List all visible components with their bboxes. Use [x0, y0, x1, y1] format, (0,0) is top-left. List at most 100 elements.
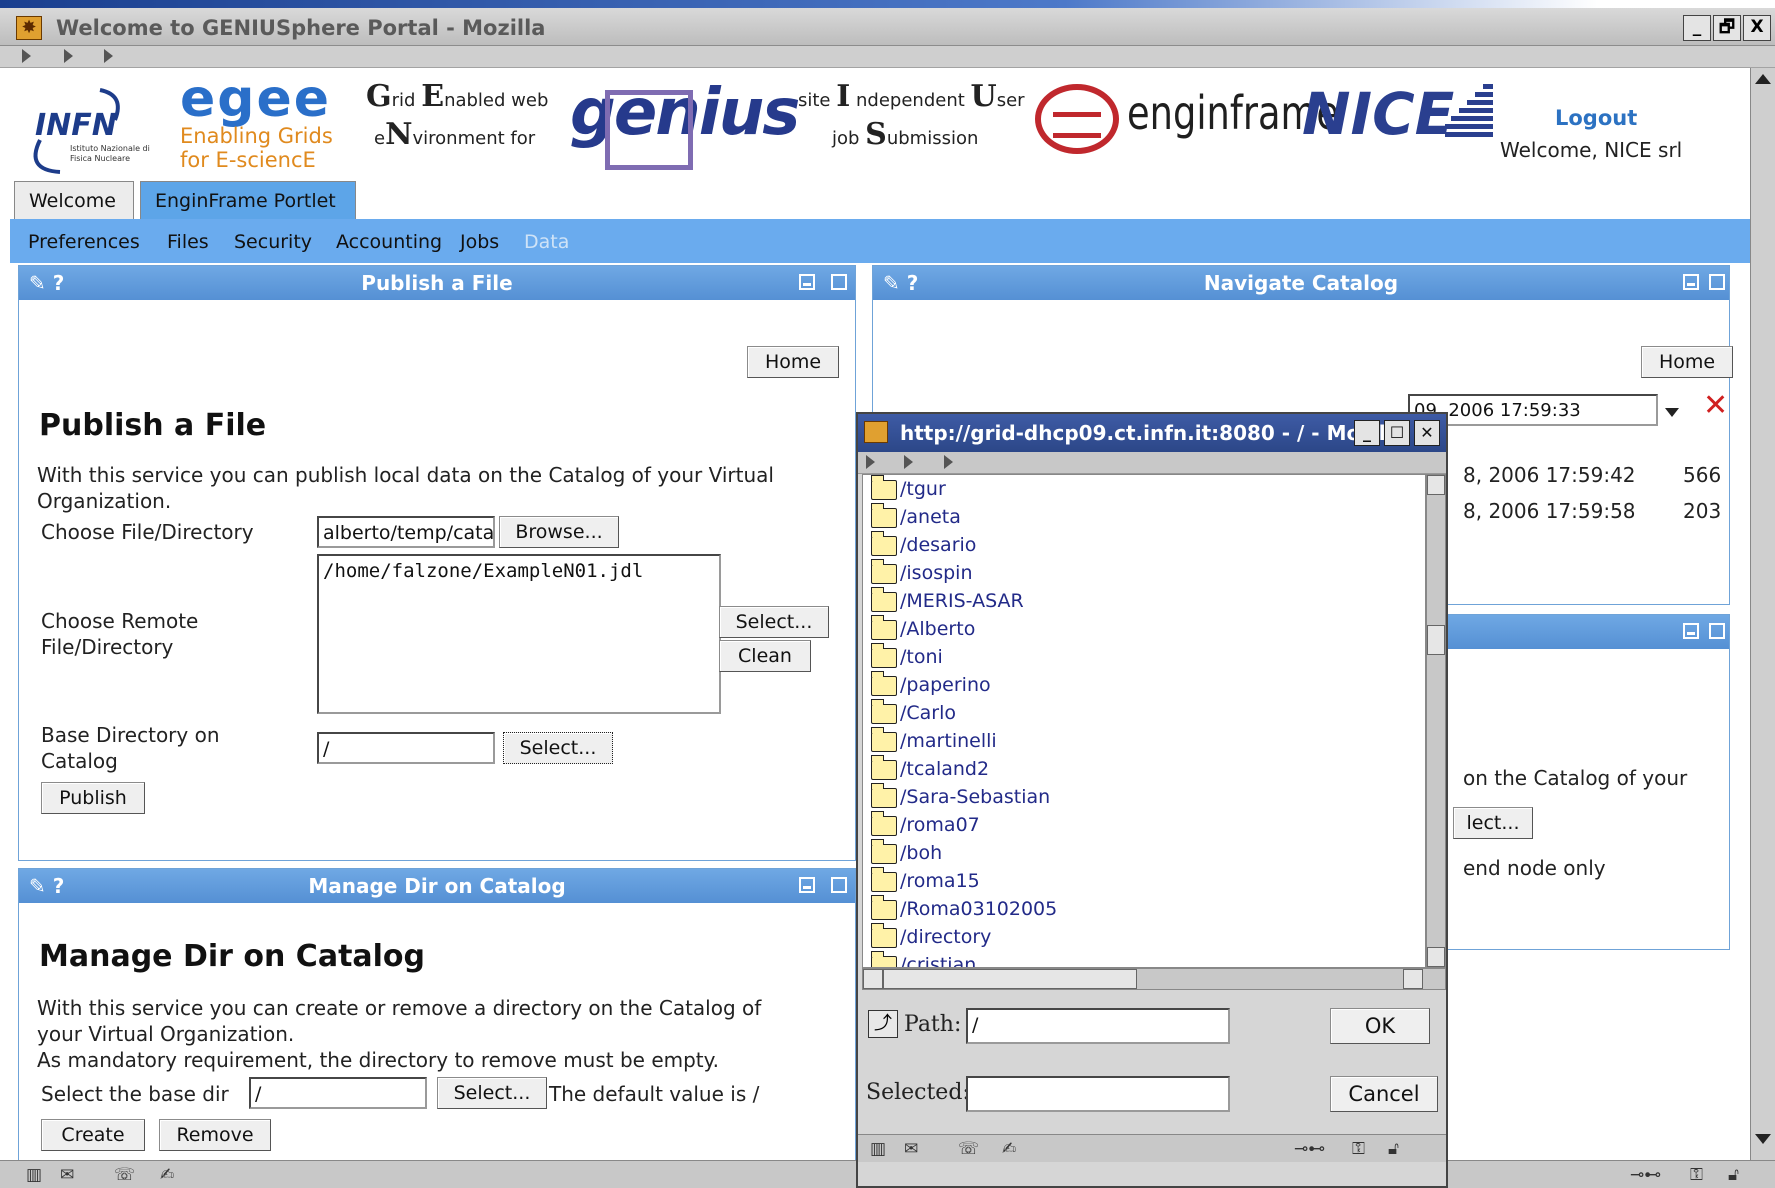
home-button[interactable]: Home [1641, 346, 1733, 378]
parent-folder-icon[interactable]: ⤴ [868, 1010, 898, 1038]
nav-arrow-icon[interactable] [22, 49, 31, 63]
menu-files[interactable]: Files [167, 231, 209, 253]
list-item[interactable]: /roma15 [871, 866, 980, 895]
popup-maximize-button[interactable]: ☐ [1384, 420, 1410, 446]
remote-file-textarea[interactable]: /home/falzone/ExampleN01.jdl [317, 554, 721, 714]
status-component-icon[interactable]: ▥ [26, 1165, 42, 1185]
menu-accounting[interactable]: Accounting [336, 231, 442, 253]
list-item[interactable]: /Roma03102005 [871, 894, 1057, 923]
select-base-button[interactable]: Select... [503, 732, 613, 764]
status-component-icon[interactable]: ▥ [870, 1139, 886, 1159]
list-item[interactable]: /Sara-Sebastian [871, 782, 1050, 811]
list-item[interactable]: /paperino [871, 670, 991, 699]
status-component-icon[interactable]: ✉ [904, 1139, 918, 1159]
publish-button[interactable]: Publish [41, 782, 145, 814]
list-item[interactable]: /tcaland2 [871, 754, 989, 783]
directory-name[interactable]: /toni [900, 646, 943, 668]
directory-name[interactable]: /roma07 [900, 814, 980, 836]
maximize-portlet-icon[interactable] [831, 877, 847, 893]
list-item[interactable]: /MERIS-ASAR [871, 586, 1024, 615]
popup-close-button[interactable]: ✕ [1414, 420, 1440, 446]
nav-arrow-icon[interactable] [104, 49, 113, 63]
directory-name[interactable]: /desario [900, 534, 976, 556]
list-item[interactable]: /tgur [871, 475, 946, 503]
tab-welcome[interactable]: Welcome [14, 181, 134, 219]
directory-name[interactable]: /isospin [900, 562, 972, 584]
list-horizontal-scrollbar[interactable] [862, 968, 1446, 990]
logout-link[interactable]: Logout [1555, 106, 1637, 130]
maximize-portlet-icon[interactable] [1709, 623, 1725, 639]
edit-help-icons[interactable]: ✎ ? [883, 266, 918, 300]
select-button-partial[interactable]: lect... [1453, 807, 1533, 839]
directory-name[interactable]: /cristian [900, 954, 976, 967]
directory-name[interactable]: /MERIS-ASAR [900, 590, 1024, 612]
list-item[interactable]: /Carlo [871, 698, 956, 727]
directory-name[interactable]: /directory [900, 926, 991, 948]
directory-name[interactable]: /paperino [900, 674, 991, 696]
list-item[interactable]: /boh [871, 838, 942, 867]
list-item[interactable]: /aneta [871, 502, 961, 531]
minimize-portlet-icon[interactable] [799, 877, 815, 893]
menu-data[interactable]: Data [524, 231, 569, 253]
base-directory-input[interactable]: / [317, 732, 495, 764]
maximize-portlet-icon[interactable] [1709, 274, 1725, 290]
select-base-dir-button[interactable]: Select... [437, 1077, 547, 1109]
directory-name[interactable]: /Carlo [900, 702, 956, 724]
scroll-down-icon[interactable] [1427, 947, 1445, 967]
directory-name[interactable]: /boh [900, 842, 942, 864]
nav-arrow-icon[interactable] [904, 455, 913, 469]
choose-file-input[interactable]: alberto/temp/catali [317, 516, 495, 548]
cancel-button[interactable]: Cancel [1330, 1076, 1438, 1112]
scroll-thumb[interactable] [1427, 625, 1445, 655]
menu-jobs[interactable]: Jobs [460, 231, 499, 253]
clean-button[interactable]: Clean [719, 640, 811, 672]
minimize-portlet-icon[interactable] [1683, 274, 1699, 290]
directory-name[interactable]: /Alberto [900, 618, 975, 640]
edit-help-icons[interactable]: ✎ ? [29, 869, 64, 903]
home-button[interactable]: Home [747, 346, 839, 378]
status-component-icon[interactable]: ☏ [958, 1139, 979, 1159]
tab-enginframe-portlet[interactable]: EnginFrame Portlet [140, 181, 356, 219]
status-component-icon[interactable]: ✉ [60, 1165, 74, 1185]
list-item[interactable]: /cristian [871, 950, 976, 967]
close-button[interactable]: X [1743, 15, 1771, 41]
directory-name[interactable]: /Sara-Sebastian [900, 786, 1050, 808]
selected-input[interactable] [966, 1076, 1230, 1112]
minimize-button[interactable]: _ [1683, 15, 1711, 41]
minimize-portlet-icon[interactable] [799, 274, 815, 290]
menu-security[interactable]: Security [234, 231, 312, 253]
scroll-thumb[interactable] [883, 969, 1137, 989]
page-scrollbar[interactable] [1750, 68, 1775, 1160]
list-item[interactable]: /toni [871, 642, 943, 671]
list-item[interactable]: /roma07 [871, 810, 980, 839]
create-button[interactable]: Create [41, 1119, 145, 1151]
chevron-down-icon[interactable] [1665, 408, 1679, 417]
directory-name[interactable]: /tgur [900, 478, 946, 500]
maximize-portlet-icon[interactable] [831, 274, 847, 290]
list-item[interactable]: /Alberto [871, 614, 975, 643]
scroll-right-icon[interactable] [1403, 969, 1423, 989]
scroll-up-icon[interactable] [1755, 74, 1771, 84]
directory-name[interactable]: /aneta [900, 506, 961, 528]
base-dir-input[interactable]: / [249, 1077, 427, 1109]
scroll-up-icon[interactable] [1427, 475, 1445, 495]
menu-preferences[interactable]: Preferences [28, 231, 140, 253]
minimize-portlet-icon[interactable] [1683, 623, 1699, 639]
restore-button[interactable]: 🗗 [1713, 15, 1741, 41]
status-component-icon[interactable]: ✍ [1002, 1139, 1016, 1159]
directory-name[interactable]: /roma15 [900, 870, 980, 892]
browse-button[interactable]: Browse... [499, 516, 619, 548]
list-vertical-scrollbar[interactable] [1426, 474, 1446, 968]
edit-help-icons[interactable]: ✎ ? [29, 266, 64, 300]
status-component-icon[interactable]: ✍ [160, 1165, 174, 1185]
scroll-left-icon[interactable] [863, 969, 883, 989]
list-item[interactable]: /isospin [871, 558, 972, 587]
delete-folder-icon[interactable]: ✕ [1703, 388, 1728, 423]
ok-button[interactable]: OK [1330, 1008, 1430, 1044]
directory-name[interactable]: /tcaland2 [900, 758, 989, 780]
list-item[interactable]: /martinelli [871, 726, 997, 755]
status-component-icon[interactable]: ☏ [114, 1165, 135, 1185]
directory-name[interactable]: /martinelli [900, 730, 997, 752]
scroll-down-icon[interactable] [1755, 1134, 1771, 1144]
nav-arrow-icon[interactable] [944, 455, 953, 469]
